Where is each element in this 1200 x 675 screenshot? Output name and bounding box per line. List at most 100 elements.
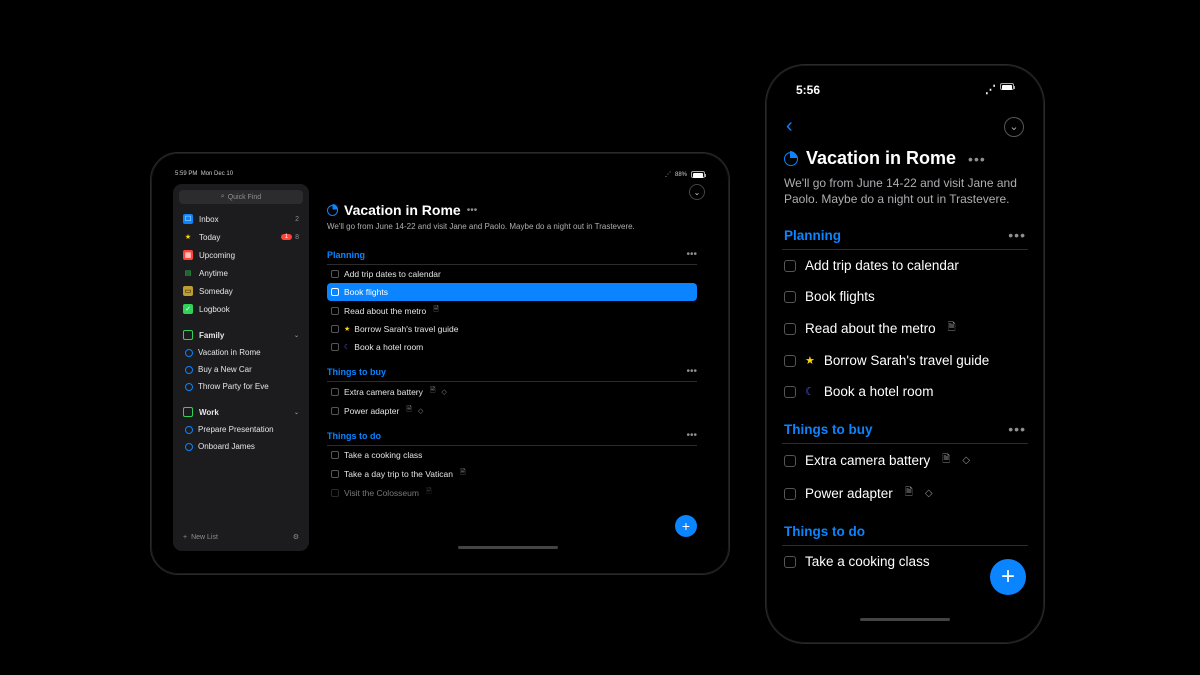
more-icon[interactable]: ••• xyxy=(467,205,478,216)
project-title[interactable]: Vacation in Rome xyxy=(344,202,461,218)
add-task-button[interactable]: + xyxy=(990,559,1026,595)
battery-icon xyxy=(1000,83,1014,90)
sidebar-item-someday[interactable]: ▭ Someday xyxy=(177,282,305,300)
checkbox[interactable] xyxy=(784,488,796,500)
section-heading[interactable]: Planning••• xyxy=(327,245,697,265)
section-heading[interactable]: Planning••• xyxy=(782,221,1028,250)
checkbox[interactable] xyxy=(331,407,339,415)
checkbox[interactable] xyxy=(331,343,339,351)
sidebar-project-car[interactable]: Buy a New Car xyxy=(177,361,305,378)
tag-icon: ◇ xyxy=(442,388,447,396)
sidebar-item-today[interactable]: ★ Today 1 8 xyxy=(177,228,305,246)
new-list-button[interactable]: New List xyxy=(191,534,218,541)
checkbox[interactable] xyxy=(331,388,339,396)
task-row[interactable]: Read about the metro🗎 xyxy=(327,301,697,320)
checkbox[interactable] xyxy=(331,451,339,459)
gear-icon[interactable]: ⚙ xyxy=(293,533,299,541)
task-row[interactable]: Visit the Colosseum🗎 xyxy=(327,483,697,502)
sidebar-item-logbook[interactable]: ✓ Logbook xyxy=(177,300,305,318)
plus-icon[interactable]: + xyxy=(183,534,187,541)
task-row[interactable]: Add trip dates to calendar xyxy=(782,250,1028,281)
sidebar-footer: + New List ⚙ xyxy=(177,529,305,545)
project-detail: ⌄ Vacation in Rome ••• We'll go from Jun… xyxy=(309,184,707,551)
task-row[interactable]: Take a cooking class xyxy=(327,446,697,464)
checkbox[interactable] xyxy=(331,307,339,315)
task-row[interactable]: Extra camera battery🗎◇ xyxy=(782,444,1028,477)
sidebar-item-upcoming[interactable]: ▦ Upcoming xyxy=(177,246,305,264)
checkbox[interactable] xyxy=(331,288,339,296)
checkbox[interactable] xyxy=(784,386,796,398)
note-icon: 🗎 xyxy=(460,468,466,479)
checkbox[interactable] xyxy=(784,355,796,367)
task-row[interactable]: Add trip dates to calendar xyxy=(327,265,697,283)
sidebar-item-count: 2 xyxy=(295,216,299,223)
more-icon[interactable]: ••• xyxy=(686,430,697,441)
more-icon[interactable]: ••• xyxy=(1008,227,1026,243)
project-notes[interactable]: We'll go from June 14-22 and visit Jane … xyxy=(327,222,697,231)
task-row[interactable]: Power adapter🗎◇ xyxy=(782,477,1028,510)
project-label: Throw Party for Eve xyxy=(198,382,269,391)
task-row[interactable]: ★ Borrow Sarah's travel guide xyxy=(327,320,697,338)
project-notes[interactable]: We'll go from June 14-22 and visit Jane … xyxy=(782,175,1028,221)
task-row[interactable]: Extra camera battery🗎◇ xyxy=(327,382,697,401)
heading-label: Things to buy xyxy=(327,367,386,377)
checkbox[interactable] xyxy=(331,489,339,497)
note-icon: 🗎 xyxy=(942,452,950,469)
task-row[interactable]: ☾Book a hotel room xyxy=(327,338,697,356)
collapse-button[interactable]: ⌄ xyxy=(689,184,705,200)
checkbox[interactable] xyxy=(331,470,339,478)
task-row[interactable]: Book flights xyxy=(327,283,697,301)
sidebar-item-label: Someday xyxy=(199,287,299,296)
back-button[interactable]: ‹ xyxy=(786,115,793,138)
checkbox[interactable] xyxy=(784,323,796,335)
task-row[interactable]: ☾Book a hotel room xyxy=(782,376,1028,407)
status-battery: 88% xyxy=(675,172,687,178)
task-row[interactable]: Book flights xyxy=(782,281,1028,312)
more-icon[interactable]: ••• xyxy=(686,366,697,377)
battery-icon xyxy=(691,171,705,178)
checkbox[interactable] xyxy=(331,270,339,278)
area-header-work[interactable]: Work ⌄ xyxy=(177,403,305,421)
checkbox[interactable] xyxy=(784,260,796,272)
section-heading[interactable]: Things to do••• xyxy=(327,426,697,446)
sidebar-project-onboard[interactable]: Onboard James xyxy=(177,438,305,455)
note-icon: 🗎 xyxy=(948,320,956,337)
section-heading[interactable]: Things to do xyxy=(782,518,1028,546)
quick-find[interactable]: ⌕ Quick Find xyxy=(179,190,303,204)
sidebar-project-presentation[interactable]: Prepare Presentation xyxy=(177,421,305,438)
moon-icon: ☾ xyxy=(344,343,350,351)
checkbox[interactable] xyxy=(331,325,339,333)
sidebar-item-badge: 1 xyxy=(281,234,292,240)
task-title: Add trip dates to calendar xyxy=(805,258,959,273)
checkbox[interactable] xyxy=(784,291,796,303)
sidebar-project-party[interactable]: Throw Party for Eve xyxy=(177,378,305,395)
calendar-icon: ▦ xyxy=(183,250,193,260)
task-row[interactable]: Take a day trip to the Vatican🗎 xyxy=(327,464,697,483)
project-title[interactable]: Vacation in Rome xyxy=(806,148,956,169)
task-title: Borrow Sarah's travel guide xyxy=(354,324,458,334)
sidebar-item-count: 8 xyxy=(295,234,299,241)
moon-icon: ☾ xyxy=(805,385,815,398)
collapse-button[interactable]: ⌄ xyxy=(1004,117,1024,137)
task-row[interactable]: Read about the metro🗎 xyxy=(782,312,1028,345)
section-heading[interactable]: Things to buy ••• xyxy=(327,362,697,382)
task-title: Book flights xyxy=(344,287,388,297)
sidebar-item-anytime[interactable]: ▤ Anytime xyxy=(177,264,305,282)
task-row[interactable]: Power adapter🗎◇ xyxy=(327,401,697,420)
more-icon[interactable]: ••• xyxy=(968,151,986,167)
home-indicator xyxy=(860,618,950,621)
task-row[interactable]: ★Borrow Sarah's travel guide xyxy=(782,345,1028,376)
section-heading[interactable]: Things to buy••• xyxy=(782,415,1028,444)
more-icon[interactable]: ••• xyxy=(686,249,697,260)
add-task-button[interactable]: + xyxy=(675,515,697,537)
area-header-family[interactable]: Family ⌄ xyxy=(177,326,305,344)
note-icon: 🗎 xyxy=(426,487,432,498)
task-title: Take a cooking class xyxy=(805,554,930,569)
sidebar-project-vacation[interactable]: Vacation in Rome xyxy=(177,344,305,361)
more-icon[interactable]: ••• xyxy=(1008,421,1026,437)
checkbox[interactable] xyxy=(784,556,796,568)
sidebar-item-inbox[interactable]: ☐ Inbox 2 xyxy=(177,210,305,228)
checkbox[interactable] xyxy=(784,455,796,467)
star-icon: ★ xyxy=(344,325,350,333)
project-label: Prepare Presentation xyxy=(198,425,274,434)
